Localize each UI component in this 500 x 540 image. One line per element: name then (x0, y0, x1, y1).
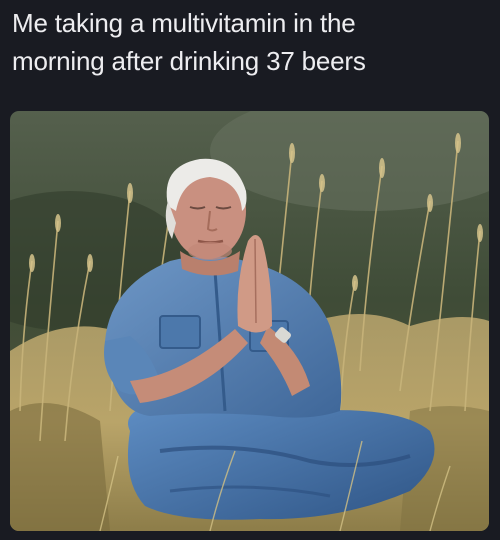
meme-photo-illustration (10, 111, 489, 531)
meme-photo (10, 111, 489, 531)
grass-shadow-left (10, 403, 110, 531)
praying-hands-line (254, 238, 257, 324)
caption-line-1: Me taking a multivitamin in the (12, 8, 356, 38)
caption-line-2: morning after drinking 37 beers (12, 46, 366, 76)
big-chin (188, 242, 232, 260)
meme-caption: Me taking a multivitamin in the morning … (12, 4, 492, 80)
shirt-pocket-left (159, 315, 201, 349)
